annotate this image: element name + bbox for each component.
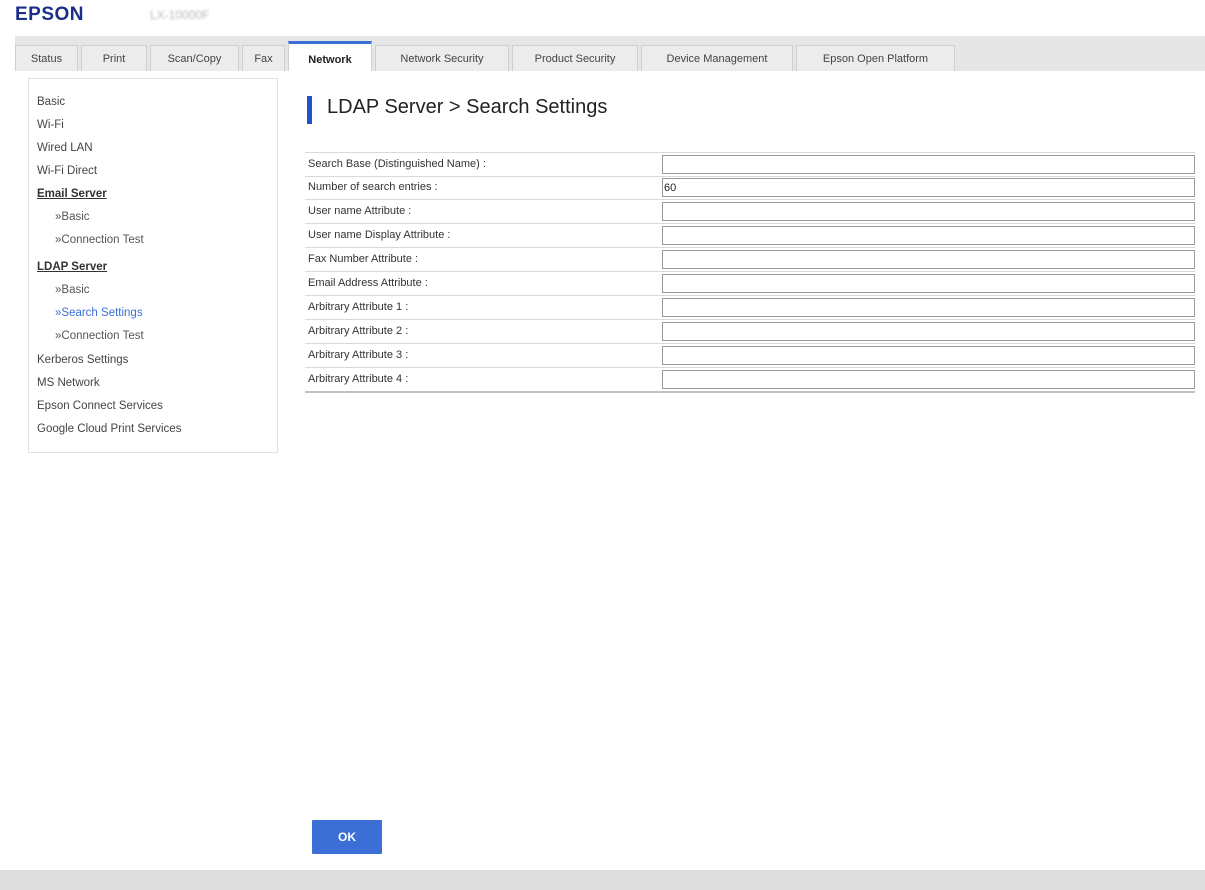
bottom-bar	[0, 870, 1205, 890]
field-label: Arbitrary Attribute 1 :	[308, 301, 409, 313]
tab-network[interactable]: Network	[288, 41, 372, 71]
form-row-arbitrary-attribute-4: Arbitrary Attribute 4 :	[305, 368, 1195, 393]
field-label: Email Address Attribute :	[308, 277, 428, 289]
form-row-number-of-search-entries: Number of search entries :	[305, 176, 1195, 200]
sidebar-item-epson-connect-services[interactable]: Epson Connect Services	[37, 400, 163, 412]
form-row-arbitrary-attribute-3: Arbitrary Attribute 3 :	[305, 344, 1195, 368]
sidebar-item-kerberos-settings[interactable]: Kerberos Settings	[37, 354, 128, 366]
sidebar-item-ms-network[interactable]: MS Network	[37, 377, 100, 389]
epson-web-config-page: EPSON LX-10000F Status Print Scan/Copy F…	[0, 0, 1205, 890]
field-label: Arbitrary Attribute 2 :	[308, 325, 409, 337]
email-address-attribute-input[interactable]	[662, 274, 1195, 293]
tab-epson-open-platform[interactable]: Epson Open Platform	[796, 45, 955, 71]
tab-status[interactable]: Status	[15, 45, 78, 71]
field-label: Search Base (Distinguished Name) :	[308, 158, 486, 170]
top-tab-bar: Status Print Scan/Copy Fax Network Netwo…	[15, 41, 958, 71]
sidebar-item-ldap-search-settings[interactable]: »Search Settings	[55, 307, 143, 319]
field-label: Arbitrary Attribute 4 :	[308, 373, 409, 385]
content-panel: Basic Wi-Fi Wired LAN Wi-Fi Direct Email…	[15, 71, 1205, 870]
sidebar-item-basic[interactable]: Basic	[37, 96, 65, 108]
form-row-search-base: Search Base (Distinguished Name) :	[305, 152, 1195, 177]
arbitrary-attribute-1-input[interactable]	[662, 298, 1195, 317]
tab-print[interactable]: Print	[81, 45, 147, 71]
number-of-search-entries-input[interactable]	[662, 178, 1195, 197]
field-label: User name Attribute :	[308, 205, 412, 217]
header: EPSON LX-10000F	[0, 0, 1205, 36]
fax-number-attribute-input[interactable]	[662, 250, 1195, 269]
form-row-user-name-attribute: User name Attribute :	[305, 200, 1195, 224]
sidebar-item-wifi-direct[interactable]: Wi-Fi Direct	[37, 165, 97, 177]
user-name-display-attribute-input[interactable]	[662, 226, 1195, 245]
tab-network-security[interactable]: Network Security	[375, 45, 509, 71]
tab-scan-copy[interactable]: Scan/Copy	[150, 45, 239, 71]
sidebar: Basic Wi-Fi Wired LAN Wi-Fi Direct Email…	[28, 78, 278, 453]
arbitrary-attribute-4-input[interactable]	[662, 370, 1195, 389]
epson-logo: EPSON	[15, 4, 85, 25]
sidebar-item-wifi[interactable]: Wi-Fi	[37, 119, 64, 131]
field-label: Number of search entries :	[308, 181, 438, 193]
arbitrary-attribute-3-input[interactable]	[662, 346, 1195, 365]
sidebar-item-ldap-basic[interactable]: »Basic	[55, 284, 90, 296]
ok-button[interactable]: OK	[312, 820, 382, 854]
title-accent-bar	[307, 96, 312, 124]
form-row-email-address-attribute: Email Address Attribute :	[305, 272, 1195, 296]
field-label: Fax Number Attribute :	[308, 253, 419, 265]
user-name-attribute-input[interactable]	[662, 202, 1195, 221]
tab-product-security[interactable]: Product Security	[512, 45, 638, 71]
page-title: LDAP Server > Search Settings	[327, 96, 608, 118]
field-label: User name Display Attribute :	[308, 229, 451, 241]
model-name: LX-10000F	[150, 8, 210, 22]
field-label: Arbitrary Attribute 3 :	[308, 349, 409, 361]
sidebar-item-wired-lan[interactable]: Wired LAN	[37, 142, 93, 154]
sidebar-section-email-server[interactable]: Email Server	[37, 188, 107, 200]
tab-device-management[interactable]: Device Management	[641, 45, 793, 71]
main-frame: Status Print Scan/Copy Fax Network Netwo…	[15, 36, 1205, 870]
form-row-arbitrary-attribute-1: Arbitrary Attribute 1 :	[305, 296, 1195, 320]
sidebar-item-email-connection-test[interactable]: »Connection Test	[55, 234, 144, 246]
search-base-input[interactable]	[662, 155, 1195, 174]
sidebar-section-ldap-server[interactable]: LDAP Server	[37, 261, 107, 273]
form-row-user-name-display-attribute: User name Display Attribute :	[305, 224, 1195, 248]
sidebar-item-google-cloud-print[interactable]: Google Cloud Print Services	[37, 423, 181, 435]
form-row-fax-number-attribute: Fax Number Attribute :	[305, 248, 1195, 272]
arbitrary-attribute-2-input[interactable]	[662, 322, 1195, 341]
form-row-arbitrary-attribute-2: Arbitrary Attribute 2 :	[305, 320, 1195, 344]
sidebar-item-ldap-connection-test[interactable]: »Connection Test	[55, 330, 144, 342]
sidebar-item-email-basic[interactable]: »Basic	[55, 211, 90, 223]
tab-fax[interactable]: Fax	[242, 45, 285, 71]
